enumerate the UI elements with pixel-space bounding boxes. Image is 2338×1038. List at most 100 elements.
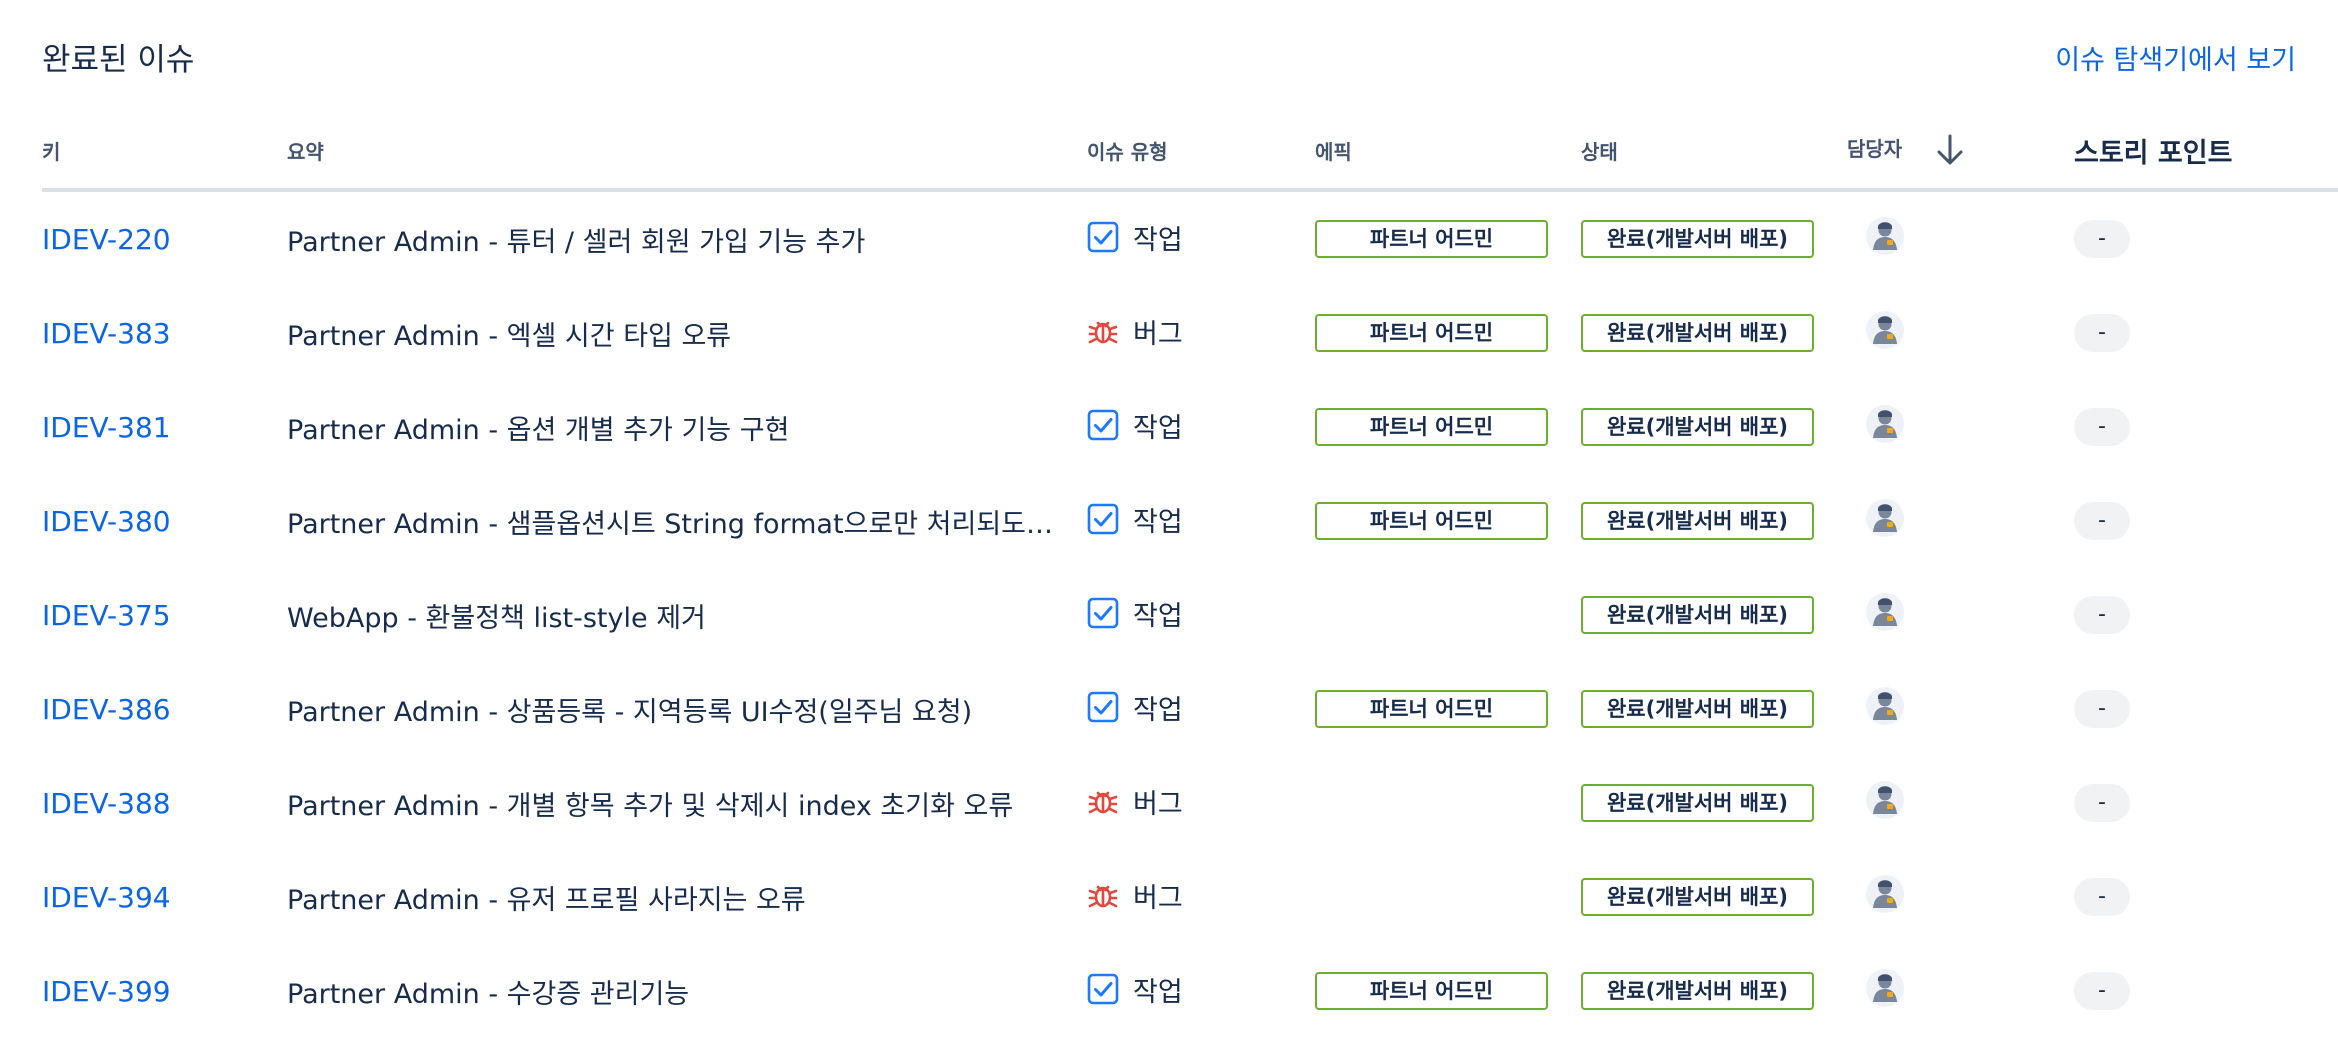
issue-type-label: 버그 bbox=[1133, 788, 1183, 820]
table-row[interactable]: IDEV-380 Partner Admin - 샘플옵션시트 String f… bbox=[42, 474, 2338, 568]
issue-type-label: 작업 bbox=[1133, 506, 1183, 538]
column-header-epic[interactable]: 에픽 bbox=[1315, 112, 1581, 192]
status-lozenge[interactable]: 완료(개발서버 배포) bbox=[1581, 220, 1814, 258]
story-points-pill[interactable]: - bbox=[2074, 784, 2130, 822]
issue-key-link[interactable]: IDEV-388 bbox=[42, 787, 171, 820]
story-points-pill[interactable]: - bbox=[2074, 314, 2130, 352]
table-row[interactable]: IDEV-399 Partner Admin - 수강증 관리기능 작업 파트너… bbox=[42, 944, 2338, 1038]
issue-status-cell: 완료(개발서버 배포) bbox=[1581, 944, 1847, 1038]
issue-story-points-cell: - bbox=[2074, 474, 2338, 568]
status-lozenge[interactable]: 완료(개발서버 배포) bbox=[1581, 784, 1814, 822]
issue-summary[interactable]: Partner Admin - 유저 프로필 사라지는 오류 bbox=[287, 878, 1087, 917]
arrow-down-icon[interactable] bbox=[1935, 133, 1965, 167]
issue-key-link[interactable]: IDEV-381 bbox=[42, 411, 171, 444]
avatar-icon[interactable] bbox=[1865, 216, 1905, 256]
checkbox-checked-icon bbox=[1087, 597, 1119, 629]
issue-type-cell: 버그 bbox=[1087, 756, 1315, 850]
issue-assignee-cell bbox=[1847, 662, 2074, 756]
status-lozenge[interactable]: 완료(개발서버 배포) bbox=[1581, 314, 1814, 352]
issue-story-points-cell: - bbox=[2074, 944, 2338, 1038]
issue-type: 버그 bbox=[1087, 782, 1183, 821]
issue-assignee-cell bbox=[1847, 756, 2074, 850]
issue-key-cell: IDEV-399 bbox=[42, 944, 287, 1038]
issue-status-cell: 완료(개발서버 배포) bbox=[1581, 474, 1847, 568]
column-header-assignee[interactable]: 담당자 bbox=[1847, 112, 2074, 192]
table-row[interactable]: IDEV-220 Partner Admin - 튜터 / 셀러 회원 가입 기… bbox=[42, 190, 2338, 286]
epic-lozenge[interactable]: 파트너 어드민 bbox=[1315, 314, 1548, 352]
issue-summary[interactable]: WebApp - 환불정책 list-style 제거 bbox=[287, 596, 1087, 635]
issue-summary-cell: Partner Admin - 상품등록 - 지역등록 UI수정(일주님 요청) bbox=[287, 662, 1087, 756]
status-lozenge[interactable]: 완료(개발서버 배포) bbox=[1581, 972, 1814, 1010]
avatar-icon[interactable] bbox=[1865, 310, 1905, 350]
column-header-key[interactable]: 키 bbox=[42, 112, 287, 192]
table-row[interactable]: IDEV-394 Partner Admin - 유저 프로필 사라지는 오류 … bbox=[42, 850, 2338, 944]
story-points-pill[interactable]: - bbox=[2074, 972, 2130, 1010]
issue-key-link[interactable]: IDEV-375 bbox=[42, 599, 171, 632]
status-lozenge[interactable]: 완료(개발서버 배포) bbox=[1581, 408, 1814, 446]
issue-key-link[interactable]: IDEV-399 bbox=[42, 975, 171, 1008]
table-row[interactable]: IDEV-388 Partner Admin - 개별 항목 추가 및 삭제시 … bbox=[42, 756, 2338, 850]
epic-lozenge[interactable]: 파트너 어드민 bbox=[1315, 690, 1548, 728]
checkbox-checked-icon bbox=[1087, 221, 1119, 253]
view-in-issue-explorer-link[interactable]: 이슈 탐색기에서 보기 bbox=[2055, 38, 2296, 77]
issue-type-cell: 작업 bbox=[1087, 662, 1315, 756]
issue-type: 작업 bbox=[1087, 500, 1183, 539]
issue-type-label: 버그 bbox=[1133, 882, 1183, 914]
issue-summary[interactable]: Partner Admin - 수강증 관리기능 bbox=[287, 972, 1087, 1011]
issue-type: 버그 bbox=[1087, 312, 1183, 351]
table-row[interactable]: IDEV-383 Partner Admin - 엑셀 시간 타입 오류 버그 … bbox=[42, 286, 2338, 380]
issue-key-link[interactable]: IDEV-386 bbox=[42, 693, 171, 726]
issue-type: 버그 bbox=[1087, 876, 1183, 915]
story-points-pill[interactable]: - bbox=[2074, 220, 2130, 258]
issue-key-link[interactable]: IDEV-380 bbox=[42, 505, 171, 538]
issue-epic-cell: 파트너 어드민 bbox=[1315, 190, 1581, 286]
issue-key-link[interactable]: IDEV-383 bbox=[42, 317, 171, 350]
issue-key-link[interactable]: IDEV-220 bbox=[42, 223, 171, 256]
avatar-icon[interactable] bbox=[1865, 404, 1905, 444]
issue-summary[interactable]: Partner Admin - 튜터 / 셀러 회원 가입 기능 추가 bbox=[287, 220, 1087, 259]
story-points-pill[interactable]: - bbox=[2074, 878, 2130, 916]
issue-type: 작업 bbox=[1087, 218, 1183, 257]
column-header-status[interactable]: 상태 bbox=[1581, 112, 1847, 192]
table-row[interactable]: IDEV-375 WebApp - 환불정책 list-style 제거 작업 … bbox=[42, 568, 2338, 662]
story-points-pill[interactable]: - bbox=[2074, 408, 2130, 446]
issue-summary[interactable]: Partner Admin - 옵션 개별 추가 기능 구현 bbox=[287, 408, 1087, 447]
avatar-icon[interactable] bbox=[1865, 780, 1905, 820]
column-header-story-points[interactable]: 스토리 포인트 bbox=[2074, 112, 2338, 192]
issue-summary-cell: Partner Admin - 옵션 개별 추가 기능 구현 bbox=[287, 380, 1087, 474]
status-lozenge[interactable]: 완료(개발서버 배포) bbox=[1581, 596, 1814, 634]
status-lozenge[interactable]: 완료(개발서버 배포) bbox=[1581, 502, 1814, 540]
issue-story-points-cell: - bbox=[2074, 190, 2338, 286]
issue-key-cell: IDEV-383 bbox=[42, 286, 287, 380]
table-row[interactable]: IDEV-381 Partner Admin - 옵션 개별 추가 기능 구현 … bbox=[42, 380, 2338, 474]
avatar-icon[interactable] bbox=[1865, 498, 1905, 538]
issue-story-points-cell: - bbox=[2074, 756, 2338, 850]
status-lozenge[interactable]: 완료(개발서버 배포) bbox=[1581, 878, 1814, 916]
status-lozenge[interactable]: 완료(개발서버 배포) bbox=[1581, 690, 1814, 728]
issue-key-link[interactable]: IDEV-394 bbox=[42, 881, 171, 914]
story-points-pill[interactable]: - bbox=[2074, 502, 2130, 540]
epic-lozenge[interactable]: 파트너 어드민 bbox=[1315, 220, 1548, 258]
avatar-icon[interactable] bbox=[1865, 874, 1905, 914]
issue-assignee-cell bbox=[1847, 380, 2074, 474]
column-header-type[interactable]: 이슈 유형 bbox=[1087, 112, 1315, 192]
issue-summary[interactable]: Partner Admin - 엑셀 시간 타입 오류 bbox=[287, 314, 1087, 353]
epic-lozenge[interactable]: 파트너 어드민 bbox=[1315, 408, 1548, 446]
issue-epic-cell bbox=[1315, 568, 1581, 662]
table-row[interactable]: IDEV-386 Partner Admin - 상품등록 - 지역등록 UI수… bbox=[42, 662, 2338, 756]
epic-lozenge[interactable]: 파트너 어드민 bbox=[1315, 972, 1548, 1010]
issue-epic-cell bbox=[1315, 850, 1581, 944]
avatar-icon[interactable] bbox=[1865, 968, 1905, 1008]
issue-summary[interactable]: Partner Admin - 개별 항목 추가 및 삭제시 index 초기화… bbox=[287, 784, 1087, 823]
issue-type: 작업 bbox=[1087, 970, 1183, 1009]
issue-summary-cell: Partner Admin - 유저 프로필 사라지는 오류 bbox=[287, 850, 1087, 944]
avatar-icon[interactable] bbox=[1865, 592, 1905, 632]
issue-summary[interactable]: Partner Admin - 샘플옵션시트 String format으로만 … bbox=[287, 502, 1087, 541]
story-points-pill[interactable]: - bbox=[2074, 596, 2130, 634]
column-header-summary[interactable]: 요약 bbox=[287, 112, 1087, 192]
epic-lozenge[interactable]: 파트너 어드민 bbox=[1315, 502, 1548, 540]
story-points-pill[interactable]: - bbox=[2074, 690, 2130, 728]
issue-type-cell: 작업 bbox=[1087, 380, 1315, 474]
issue-summary[interactable]: Partner Admin - 상품등록 - 지역등록 UI수정(일주님 요청) bbox=[287, 690, 1087, 729]
avatar-icon[interactable] bbox=[1865, 686, 1905, 726]
